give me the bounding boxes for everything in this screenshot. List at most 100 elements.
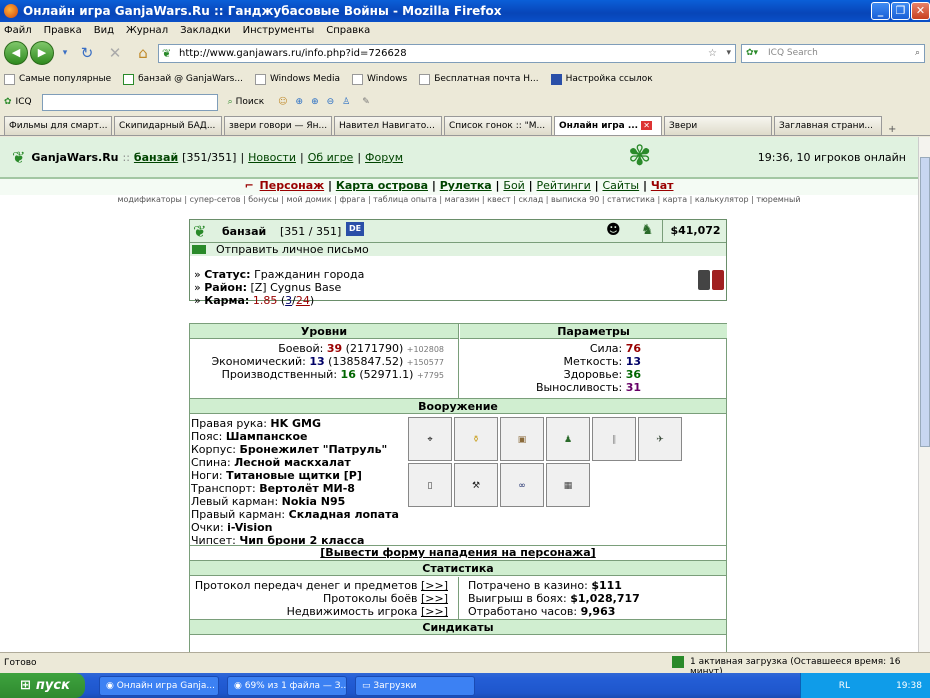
bookmark-windows[interactable]: Windows	[352, 73, 407, 85]
bookmark-popular[interactable]: Самые популярные	[4, 73, 111, 85]
language-indicator[interactable]: RL	[839, 681, 850, 691]
tab-8[interactable]: Заглавная страни...	[774, 116, 882, 135]
weapon-transport[interactable]: Вертолёт МИ-8	[259, 482, 355, 495]
menu-tools[interactable]: Инструменты	[243, 25, 315, 36]
start-button[interactable]: ⊞ пуск	[0, 673, 85, 698]
icq-search-input[interactable]: ✿▾ ICQ Search ⌕	[741, 44, 925, 63]
address-bar[interactable]: ❦ http://www.ganjawars.ru/info.php?id=72…	[158, 44, 736, 63]
nav-chat[interactable]: Чат	[651, 179, 674, 192]
bookmark-star-icon[interactable]: ☆	[708, 45, 717, 62]
close-button[interactable]: ✕	[911, 2, 930, 20]
weapon-legs[interactable]: Титановые щитки [P]	[226, 469, 362, 482]
tab-3[interactable]: звери говори — Ян...	[224, 116, 332, 135]
user-icon[interactable]: ♙	[342, 97, 350, 107]
bookmark-ganjawars[interactable]: банзай @ GanjaWars...	[123, 73, 243, 85]
menu-file[interactable]: Файл	[4, 25, 32, 36]
item-shovel-icon[interactable]: ⚒	[454, 463, 498, 507]
nav-fight[interactable]: Бой	[503, 179, 524, 192]
zoom-out-icon[interactable]: ⊖	[327, 97, 335, 107]
zoom-in-icon[interactable]: ⊕	[296, 97, 304, 107]
windows-logo-icon: ⊞	[20, 678, 31, 693]
back-button[interactable]: ◀	[4, 41, 28, 65]
tab-active-ganjawars[interactable]: Онлайн игра ... ✕	[554, 116, 662, 135]
weapons-header: Вооружение	[190, 399, 726, 414]
econ-level: 13	[309, 355, 325, 368]
task-downloads-folder[interactable]: ▭ Загрузки	[355, 675, 475, 696]
bookmarks-toolbar: Самые популярные банзай @ GanjaWars... W…	[0, 69, 930, 89]
home-icon[interactable]: ⌂	[132, 42, 154, 64]
zoom-icon[interactable]: ⊕	[311, 97, 319, 107]
pen-icon[interactable]: ✎	[362, 97, 370, 107]
attack-form-link[interactable]: [Вывести форму нападения на персонажа]	[320, 546, 595, 559]
item-helicopter-icon[interactable]: ✈	[638, 417, 682, 461]
tab-7[interactable]: Звери	[664, 116, 772, 135]
nav-island-map[interactable]: Карта острова	[336, 179, 428, 192]
send-message-link[interactable]: Отправить личное письмо	[216, 243, 369, 256]
forum-link[interactable]: Форум	[365, 151, 403, 164]
item-goggles-icon[interactable]: ∞	[500, 463, 544, 507]
icq-toolbar-input[interactable]	[41, 93, 218, 111]
bookmark-mail[interactable]: Бесплатная почта Н...	[419, 73, 539, 85]
karma-negative-link[interactable]: 24	[296, 294, 310, 307]
status-bar: Готово 1 активная загрузка (Оставшееся в…	[0, 652, 930, 677]
history-dropdown-icon[interactable]: ▾	[60, 42, 70, 64]
tab-1[interactable]: Фильмы для смарт...	[4, 116, 112, 135]
stop-icon[interactable]: ✕	[104, 42, 126, 64]
item-camo-suit-icon[interactable]: ♟	[546, 417, 590, 461]
menu-history[interactable]: Журнал	[126, 25, 168, 36]
tab-2[interactable]: Скипидарный БАД...	[114, 116, 222, 135]
reload-icon[interactable]: ↻	[76, 42, 98, 64]
weapon-body[interactable]: Бронежилет "Патруль"	[239, 443, 387, 456]
nav-ratings[interactable]: Рейтинги	[537, 179, 591, 192]
icq-search-button[interactable]: Поиск	[236, 97, 265, 107]
money-protocol-link[interactable]: [>>]	[421, 579, 448, 592]
menu-bookmarks[interactable]: Закладки	[180, 25, 231, 36]
property-link[interactable]: [>>]	[421, 605, 448, 618]
battle-protocol-link[interactable]: [>>]	[421, 592, 448, 605]
scrollbar-thumb[interactable]	[920, 157, 930, 447]
nav-roulette[interactable]: Рулетка	[440, 179, 492, 192]
weapon-belt[interactable]: Шампанское	[226, 430, 308, 443]
menu-edit[interactable]: Правка	[44, 25, 82, 36]
url-dropdown-icon[interactable]: ▾	[726, 45, 731, 62]
sub-nav[interactable]: модификаторы | супер-сетов | бонусы | мо…	[0, 195, 918, 208]
icq-label[interactable]: ICQ	[16, 97, 32, 107]
news-link[interactable]: Новости	[248, 151, 296, 164]
item-chip-icon[interactable]: ▦	[546, 463, 590, 507]
search-icon[interactable]: ⌕	[915, 45, 920, 62]
nav-sites[interactable]: Сайты	[602, 179, 639, 192]
maximize-button[interactable]: ❐	[891, 2, 910, 20]
user-link[interactable]: банзай	[134, 151, 178, 164]
profile-karma: 1.85	[252, 294, 278, 307]
menu-view[interactable]: Вид	[94, 25, 114, 36]
weapon-right-pocket[interactable]: Складная лопата	[289, 508, 399, 521]
bookmark-windows-media[interactable]: Windows Media	[254, 73, 340, 85]
profile-district: [Z] Cygnus Base	[250, 281, 342, 294]
item-grenade-launcher-icon[interactable]: ⌖	[408, 417, 452, 461]
tab-4[interactable]: Навител Навигато...	[334, 116, 442, 135]
tab-list-icon[interactable]: +	[888, 124, 896, 135]
karma-positive-link[interactable]: 3	[285, 294, 292, 307]
bookmark-links[interactable]: Настройка ссылок	[550, 73, 653, 85]
weapon-glasses[interactable]: i-Vision	[227, 521, 272, 534]
forward-button[interactable]: ▶	[30, 41, 54, 65]
item-shin-guards-icon[interactable]: ∥	[592, 417, 636, 461]
about-link[interactable]: Об игре	[308, 151, 354, 164]
task-download[interactable]: ◉ 69% из 1 файла — З...	[227, 675, 347, 696]
item-champagne-icon[interactable]: ⚱	[454, 417, 498, 461]
weapon-back[interactable]: Лесной маскхалат	[234, 456, 351, 469]
vertical-scrollbar[interactable]	[918, 137, 930, 652]
nav-character[interactable]: Персонаж	[260, 179, 325, 192]
item-phone-icon[interactable]: ▯	[408, 463, 452, 507]
page-icon	[352, 73, 364, 85]
item-armor-vest-icon[interactable]: ▣	[500, 417, 544, 461]
game-header: ❦ GanjaWars.Ru :: банзай [351/351] | Нов…	[0, 137, 918, 177]
tab-close-icon[interactable]: ✕	[641, 121, 652, 130]
menu-help[interactable]: Справка	[326, 25, 370, 36]
weapon-right-hand[interactable]: HK GMG	[270, 417, 321, 430]
toolbar-tool-icon[interactable]: ☺	[278, 97, 287, 107]
weapon-left-pocket[interactable]: Nokia N95	[282, 495, 346, 508]
minimize-button[interactable]: _	[871, 2, 890, 20]
task-firefox[interactable]: ◉ Онлайн игра Ganja...	[99, 675, 219, 696]
tab-5[interactable]: Список гонок :: "М...	[444, 116, 552, 135]
